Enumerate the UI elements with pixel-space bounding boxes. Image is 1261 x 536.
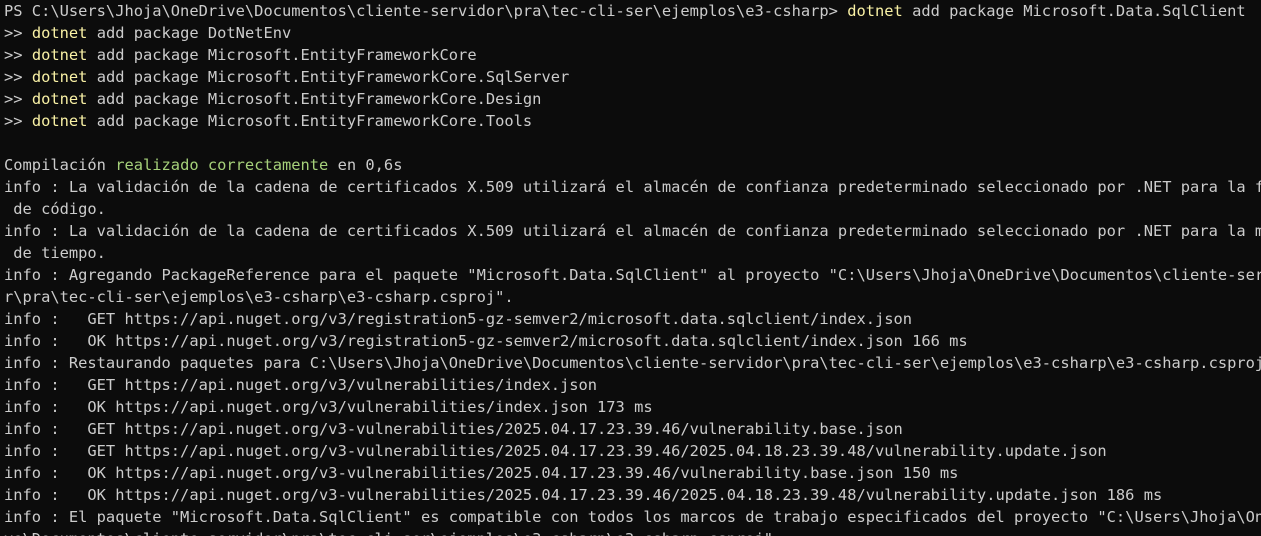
output-text: de código. [4,200,106,218]
command-keyword: dotnet [31,90,88,108]
output-text: >> [4,24,32,42]
output-text: info : GET https://api.nuget.org/v3-vuln… [4,442,1107,460]
command-keyword: dotnet [847,2,903,20]
terminal-output[interactable]: PS C:\Users\Jhoja\OneDrive\Documentos\cl… [0,0,1261,536]
output-text: info : La validación de la cadena de cer… [4,222,1261,240]
output-text: info : GET https://api.nuget.org/v3/vuln… [4,376,598,394]
terminal-line: >> dotnet add package Microsoft.EntityFr… [4,44,1261,66]
output-text: info : El paquete "Microsoft.Data.SqlCli… [4,508,1261,526]
output-text: info : Restaurando paquetes para C:\User… [4,354,1261,372]
output-text: info : GET https://api.nuget.org/v3/regi… [4,310,913,328]
success-text: realizado correctamente [115,156,329,174]
terminal-line: >> dotnet add package Microsoft.EntityFr… [4,66,1261,88]
output-text: info : OK https://api.nuget.org/v3/vulne… [4,398,653,416]
command-keyword: dotnet [31,68,88,86]
terminal-line: >> dotnet add package DotNetEnv [4,22,1261,44]
terminal-line: ve\Documentos\cliente-servidor\pra\tec-c… [4,528,1261,536]
terminal-line: info : GET https://api.nuget.org/v3-vuln… [4,440,1261,462]
terminal-line: >> dotnet add package Microsoft.EntityFr… [4,88,1261,110]
output-text: r\pra\tec-cli-ser\ejemplos\e3-csharp\e3-… [4,288,514,306]
terminal-line: r\pra\tec-cli-ser\ejemplos\e3-csharp\e3-… [4,286,1261,308]
command-keyword: dotnet [31,46,88,64]
terminal-line: >> dotnet add package Microsoft.EntityFr… [4,110,1261,132]
output-text: >> [4,46,32,64]
terminal-line: info : Restaurando paquetes para C:\User… [4,352,1261,374]
terminal-line: info : La validación de la cadena de cer… [4,176,1261,198]
output-text: info : OK https://api.nuget.org/v3-vulne… [4,464,959,482]
terminal-line: de código. [4,198,1261,220]
terminal-line: de tiempo. [4,242,1261,264]
output-text: add package Microsoft.EntityFrameworkCor… [87,90,542,108]
terminal-line: info : GET https://api.nuget.org/v3-vuln… [4,418,1261,440]
terminal-line: info : OK https://api.nuget.org/v3-vulne… [4,462,1261,484]
terminal-line: info : OK https://api.nuget.org/v3-vulne… [4,484,1261,506]
output-text: add package Microsoft.Data.SqlClient [902,2,1246,20]
output-text: add package Microsoft.EntityFrameworkCor… [87,68,570,86]
output-text: info : OK https://api.nuget.org/v3/regis… [4,332,968,350]
output-text: PS C:\Users\Jhoja\OneDrive\Documentos\cl… [4,2,848,20]
terminal-line: info : OK https://api.nuget.org/v3/vulne… [4,396,1261,418]
command-keyword: dotnet [31,24,88,42]
output-text: add package Microsoft.EntityFrameworkCor… [87,46,477,64]
output-text: info : OK https://api.nuget.org/v3-vulne… [4,486,1163,504]
output-text: ve\Documentos\cliente-servidor\pra\tec-c… [4,530,782,536]
terminal-line: info : El paquete "Microsoft.Data.SqlCli… [4,506,1261,528]
output-text: info : La validación de la cadena de cer… [4,178,1261,196]
output-text: add package DotNetEnv [87,24,292,42]
terminal-line: PS C:\Users\Jhoja\OneDrive\Documentos\cl… [4,0,1261,22]
output-text: add package Microsoft.EntityFrameworkCor… [87,112,533,130]
output-text: en 0,6s [328,156,403,174]
command-keyword: dotnet [31,112,88,130]
terminal-line: info : Agregando PackageReference para e… [4,264,1261,286]
terminal-line: info : GET https://api.nuget.org/v3/vuln… [4,374,1261,396]
terminal-line: info : La validación de la cadena de cer… [4,220,1261,242]
terminal-line: info : GET https://api.nuget.org/v3/regi… [4,308,1261,330]
terminal-line: info : OK https://api.nuget.org/v3/regis… [4,330,1261,352]
terminal-line: Compilación realizado correctamente en 0… [4,154,1261,176]
output-text: >> [4,112,32,130]
output-text: >> [4,68,32,86]
output-text: info : GET https://api.nuget.org/v3-vuln… [4,420,903,438]
output-text: de tiempo. [4,244,106,262]
output-text: Compilación [4,156,116,174]
output-text: >> [4,90,32,108]
output-text: info : Agregando PackageReference para e… [4,266,1261,284]
